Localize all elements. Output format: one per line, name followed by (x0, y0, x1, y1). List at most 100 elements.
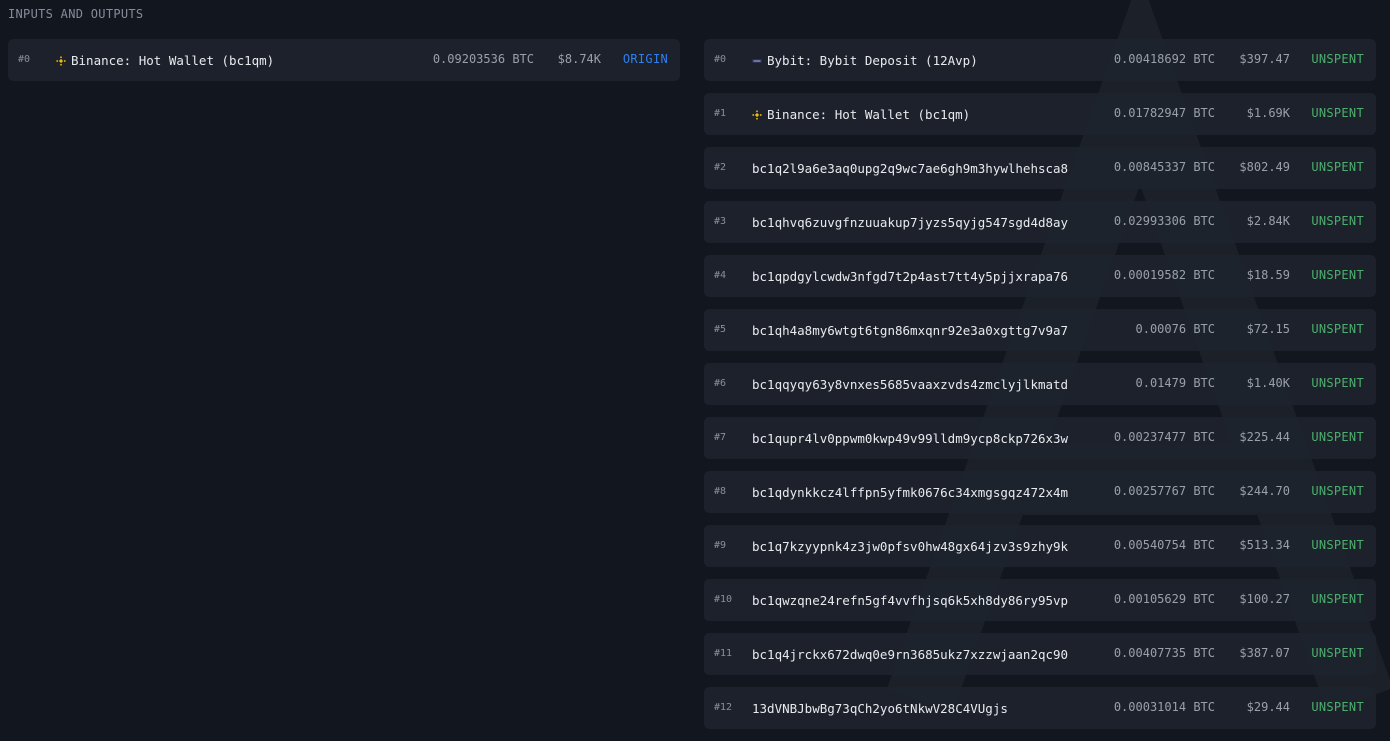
status-badge: UNSPENT (1311, 646, 1364, 660)
output-row[interactable]: #4 bc1qpdgylcwdw3nfgd7t2p4ast7tt4y5pjjxra… (704, 255, 1376, 297)
status-badge: UNSPENT (1311, 430, 1364, 444)
address-link[interactable]: bc1qdynkkcz4lffpn5yfmk0676c34xmgsgqz472x… (752, 485, 1068, 500)
address-label: bc1q2l9a6e3aq0upg2q9wc7ae6gh9m3hywlhehsc… (752, 161, 1069, 176)
btc-unit: BTC (1193, 376, 1215, 390)
status-badge: UNSPENT (1311, 52, 1364, 66)
btc-amount-value: 0.00418692 (1113, 52, 1187, 66)
usd-value: $8.74K (557, 52, 601, 66)
inputs-list: #0 Binance: Hot Wallet (bc1qm) 0.09203536 … (8, 39, 680, 93)
status-badge: UNSPENT (1311, 376, 1364, 390)
btc-amount: 0.00407735 BTC (1114, 646, 1215, 660)
address-label: bc1qwzqne24refn5gf4vvfhjsq6k5xh8dy86ry95… (752, 593, 1069, 608)
output-row[interactable]: #2 bc1q2l9a6e3aq0upg2q9wc7ae6gh9m3hywlheh… (704, 147, 1376, 189)
btc-amount-value: 0.00031014 (1113, 700, 1187, 714)
address-label: bc1qupr4lv0ppwm0kwp49v99lldm9ycp8ckp726x… (752, 431, 1069, 446)
btc-unit: BTC (1193, 268, 1215, 282)
output-row[interactable]: #7 bc1qupr4lv0ppwm0kwp49v99lldm9ycp8ckp72… (704, 417, 1376, 459)
btc-unit: BTC (1193, 646, 1215, 660)
btc-unit: BTC (1193, 214, 1215, 228)
usd-value: $1.69K (1246, 106, 1290, 120)
btc-amount: 0.00076 BTC (1136, 322, 1216, 336)
output-index: #5 (714, 324, 727, 335)
btc-amount: 0.00257767 BTC (1114, 484, 1215, 498)
address-link[interactable]: Bybit: Bybit Deposit (12Avp) (752, 53, 978, 68)
address-link[interactable]: bc1q2l9a6e3aq0upg2q9wc7ae6gh9m3hywlhehsc… (752, 161, 1068, 176)
binance-icon (752, 109, 763, 120)
address-label: bc1q7kzyypnk4z3jw0pfsv0hw48gx64jzv3s9zhy… (752, 539, 1069, 554)
status-badge: UNSPENT (1311, 700, 1364, 714)
output-row[interactable]: #1 Binance: Hot Wallet (bc1qm) 0.01782947 … (704, 93, 1376, 135)
address-label: bc1qpdgylcwdw3nfgd7t2p4ast7tt4y5pjjxrapa… (752, 269, 1069, 284)
status-badge: UNSPENT (1311, 160, 1364, 174)
btc-amount-value: 0.00845337 (1113, 160, 1187, 174)
address-link[interactable]: Binance: Hot Wallet (bc1qm) (56, 53, 274, 68)
status-badge: UNSPENT (1311, 106, 1364, 120)
input-index: #0 (18, 54, 31, 65)
btc-amount-value: 0.00257767 (1113, 484, 1187, 498)
section-title: INPUTS AND OUTPUTS (8, 7, 144, 21)
usd-value: $513.34 (1239, 538, 1290, 552)
usd-value: $100.27 (1239, 592, 1290, 606)
output-row[interactable]: #8 bc1qdynkkcz4lffpn5yfmk0676c34xmgsgqz47… (704, 471, 1376, 513)
address-label: 13dVNBJbwBg73qCh2yo6tNkwV28C4VUgjs (752, 701, 1008, 716)
bybit-icon (752, 58, 763, 64)
btc-amount-value: 0.00076 (1135, 322, 1187, 336)
btc-amount: 0.01479 BTC (1136, 376, 1216, 390)
btc-unit: BTC (1193, 484, 1215, 498)
btc-amount: 0.00031014 BTC (1114, 700, 1215, 714)
btc-unit: BTC (1193, 700, 1215, 714)
outputs-list: #0 Bybit: Bybit Deposit (12Avp) 0.00418692… (704, 39, 1376, 741)
address-link[interactable]: bc1qpdgylcwdw3nfgd7t2p4ast7tt4y5pjjxrapa… (752, 269, 1068, 284)
btc-amount-value: 0.00105629 (1113, 592, 1187, 606)
output-index: #11 (714, 648, 733, 659)
btc-amount: 0.00540754 BTC (1114, 538, 1215, 552)
btc-amount-value: 0.00019582 (1113, 268, 1187, 282)
output-row[interactable]: #3 bc1qhvq6zuvgfnzuuakup7jyzs5qyjg547sgd4… (704, 201, 1376, 243)
address-link[interactable]: bc1qwzqne24refn5gf4vvfhjsq6k5xh8dy86ry95… (752, 593, 1068, 608)
output-row[interactable]: #10 bc1qwzqne24refn5gf4vvfhjsq6k5xh8dy86r… (704, 579, 1376, 621)
address-label: bc1qh4a8my6wtgt6tgn86mxqnr92e3a0xgttg7v9… (752, 323, 1069, 338)
address-link[interactable]: bc1qqyqy63y8vnxes5685vaaxzvds4zmclyjlkma… (752, 377, 1068, 392)
btc-amount-value: 0.00407735 (1113, 646, 1187, 660)
status-badge: UNSPENT (1311, 214, 1364, 228)
address-link[interactable]: 13dVNBJbwBg73qCh2yo6tNkwV28C4VUgjs (752, 701, 1008, 716)
output-index: #7 (714, 432, 727, 443)
status-badge: UNSPENT (1311, 538, 1364, 552)
output-row[interactable]: #0 Bybit: Bybit Deposit (12Avp) 0.00418692… (704, 39, 1376, 81)
btc-unit: BTC (1193, 160, 1215, 174)
address-label: Binance: Hot Wallet (bc1qm) (767, 107, 971, 122)
output-row[interactable]: #12 13dVNBJbwBg73qCh2yo6tNkwV28C4VUgjs 0.0… (704, 687, 1376, 729)
usd-value: $802.49 (1239, 160, 1290, 174)
btc-unit: BTC (1193, 52, 1215, 66)
btc-amount: 0.00845337 BTC (1114, 160, 1215, 174)
address-link[interactable]: bc1qhvq6zuvgfnzuuakup7jyzs5qyjg547sgd4d8… (752, 215, 1068, 230)
status-badge: UNSPENT (1311, 268, 1364, 282)
btc-amount: 0.00019582 BTC (1114, 268, 1215, 282)
status-badge: UNSPENT (1311, 592, 1364, 606)
btc-amount: 0.02993306 BTC (1114, 214, 1215, 228)
output-index: #9 (714, 540, 727, 551)
address-label: bc1qdynkkcz4lffpn5yfmk0676c34xmgsgqz472x… (752, 485, 1069, 500)
btc-unit: BTC (1193, 538, 1215, 552)
input-row[interactable]: #0 Binance: Hot Wallet (bc1qm) 0.09203536 … (8, 39, 680, 81)
usd-value: $2.84K (1246, 214, 1290, 228)
output-index: #0 (714, 54, 727, 65)
address-link[interactable]: bc1qh4a8my6wtgt6tgn86mxqnr92e3a0xgttg7v9… (752, 323, 1068, 338)
address-link[interactable]: bc1q4jrckx672dwq0e9rn3685ukz7xzzwjaan2qc… (752, 647, 1068, 662)
usd-value: $225.44 (1239, 430, 1290, 444)
output-row[interactable]: #5 bc1qh4a8my6wtgt6tgn86mxqnr92e3a0xgttg7… (704, 309, 1376, 351)
address-label: Bybit: Bybit Deposit (12Avp) (767, 53, 978, 68)
address-label: bc1qhvq6zuvgfnzuuakup7jyzs5qyjg547sgd4d8… (752, 215, 1069, 230)
btc-amount: 0.00105629 BTC (1114, 592, 1215, 606)
address-link[interactable]: bc1qupr4lv0ppwm0kwp49v99lldm9ycp8ckp726x… (752, 431, 1068, 446)
address-link[interactable]: Binance: Hot Wallet (bc1qm) (752, 107, 970, 122)
btc-amount-value: 0.09203536 (432, 52, 506, 66)
origin-link[interactable]: ORIGIN (623, 52, 668, 66)
btc-amount-value: 0.00237477 (1113, 430, 1187, 444)
output-row[interactable]: #11 bc1q4jrckx672dwq0e9rn3685ukz7xzzwjaan… (704, 633, 1376, 675)
address-link[interactable]: bc1q7kzyypnk4z3jw0pfsv0hw48gx64jzv3s9zhy… (752, 539, 1068, 554)
usd-value: $1.40K (1246, 376, 1290, 390)
output-row[interactable]: #9 bc1q7kzyypnk4z3jw0pfsv0hw48gx64jzv3s9z… (704, 525, 1376, 567)
output-index: #4 (714, 270, 727, 281)
output-row[interactable]: #6 bc1qqyqy63y8vnxes5685vaaxzvds4zmclyjlk… (704, 363, 1376, 405)
